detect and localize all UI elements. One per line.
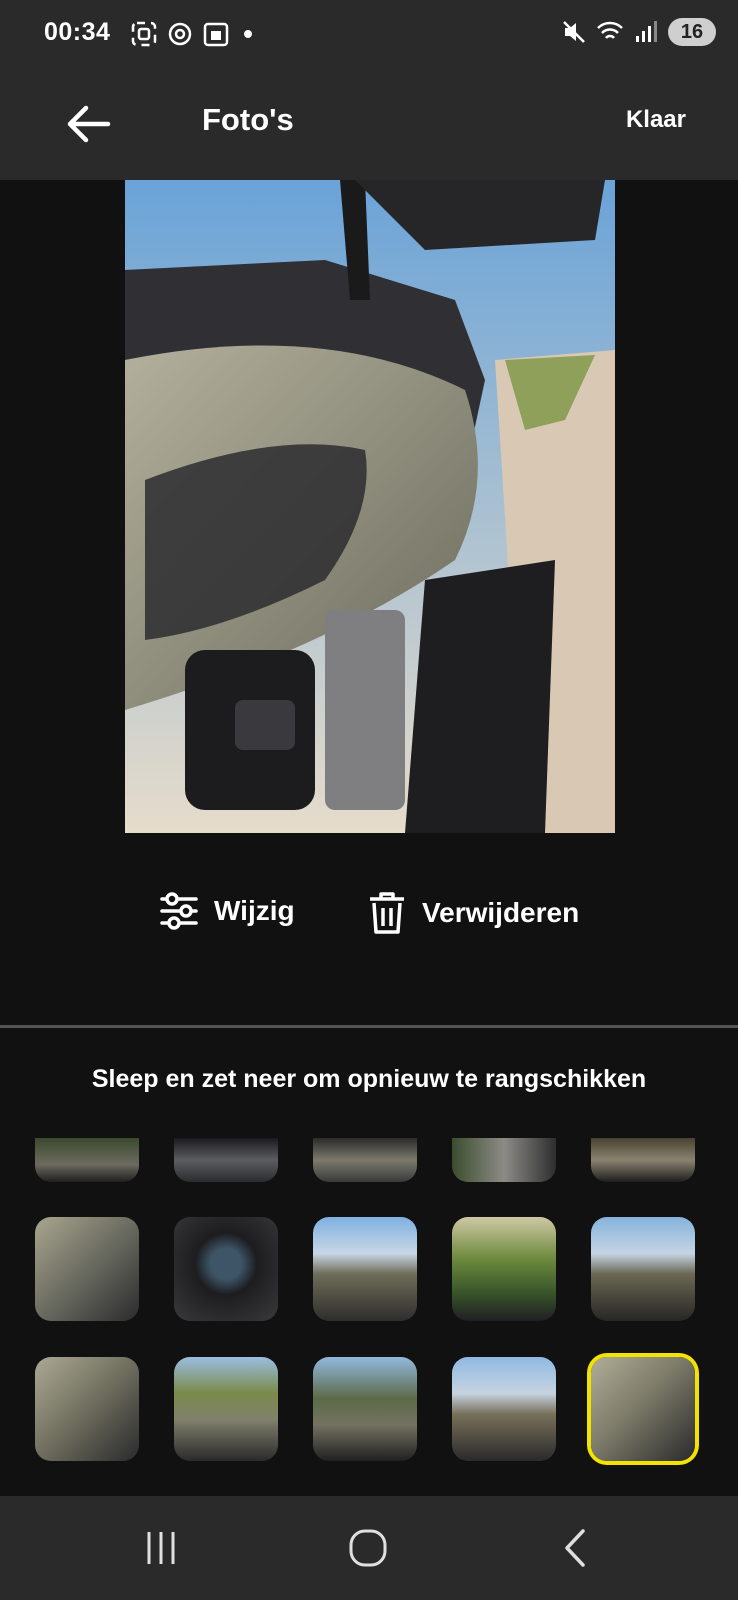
thumbnail[interactable] bbox=[313, 1357, 417, 1461]
home-button[interactable] bbox=[338, 1522, 398, 1574]
thumbnail[interactable] bbox=[313, 1217, 417, 1321]
thumbnail[interactable] bbox=[35, 1217, 139, 1321]
trash-icon bbox=[370, 892, 404, 934]
back-nav-button[interactable] bbox=[546, 1522, 606, 1574]
thumbnail[interactable] bbox=[35, 1357, 139, 1461]
calendar-icon bbox=[202, 20, 230, 48]
status-icons-right: 16 bbox=[560, 18, 716, 46]
edit-label: Wijzig bbox=[214, 895, 295, 926]
screenshot-icon bbox=[130, 20, 158, 48]
home-icon bbox=[349, 1529, 387, 1567]
status-icons-left bbox=[130, 20, 252, 48]
thumbnail[interactable] bbox=[591, 1217, 695, 1321]
thumbnail[interactable] bbox=[313, 1138, 417, 1182]
chevron-left-icon bbox=[565, 1529, 585, 1567]
battery-indicator: 16 bbox=[668, 18, 716, 46]
status-time: 00:34 bbox=[44, 18, 111, 46]
thumbnail[interactable] bbox=[174, 1357, 278, 1461]
back-button[interactable] bbox=[58, 94, 118, 154]
thumbnail[interactable] bbox=[452, 1217, 556, 1321]
recent-apps-icon bbox=[147, 1532, 175, 1564]
mute-icon bbox=[560, 18, 588, 46]
status-bar: 00:34 16 bbox=[0, 0, 738, 70]
thumbnail[interactable] bbox=[35, 1138, 139, 1182]
recent-apps-button[interactable] bbox=[131, 1522, 191, 1574]
page-title: Foto's bbox=[202, 102, 294, 137]
threads-icon bbox=[166, 20, 194, 48]
wifi-icon bbox=[596, 18, 624, 46]
thumbnail[interactable] bbox=[174, 1138, 278, 1182]
reorder-hint: Sleep en zet neer om opnieuw te rangschi… bbox=[91, 1065, 647, 1093]
app-bar: Foto's Klaar bbox=[0, 70, 738, 180]
delete-label: Verwijderen bbox=[422, 897, 580, 928]
divider bbox=[0, 1025, 738, 1028]
sliders-icon bbox=[160, 892, 198, 930]
navigation-bar bbox=[0, 1496, 738, 1600]
done-button[interactable]: Klaar bbox=[626, 106, 686, 134]
delete-button[interactable]: Verwijderen bbox=[366, 890, 579, 936]
thumbnail[interactable] bbox=[174, 1217, 278, 1321]
photo-actions: Wijzig Verwijderen bbox=[0, 890, 738, 960]
thumbnail[interactable] bbox=[452, 1138, 556, 1182]
thumbnail[interactable] bbox=[591, 1138, 695, 1182]
signal-icon bbox=[632, 18, 660, 46]
thumbnail-selected[interactable] bbox=[591, 1357, 695, 1461]
edit-button[interactable]: Wijzig bbox=[158, 890, 295, 932]
thumbnail[interactable] bbox=[452, 1357, 556, 1461]
main-photo bbox=[125, 180, 615, 833]
notification-dot-icon bbox=[244, 30, 252, 38]
arrow-left-icon bbox=[67, 105, 111, 143]
